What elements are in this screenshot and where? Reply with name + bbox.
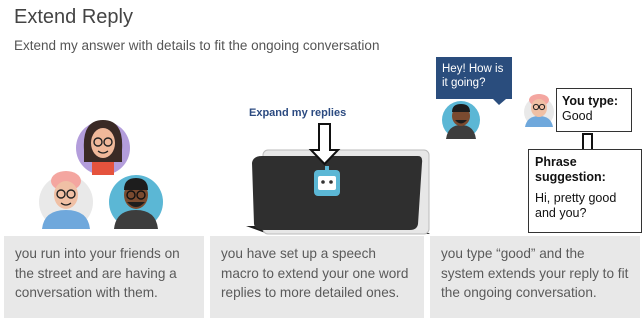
scene-caption-1: you run into your friends on the street …	[4, 236, 204, 318]
friend-avatar-icon	[109, 175, 163, 229]
friend-avatar-icon	[524, 94, 554, 127]
you-type-box: You type: Good	[556, 88, 632, 132]
friend-avatar-icon	[76, 120, 130, 175]
friend-avatar-icon	[39, 171, 93, 229]
speech-bubble: Hey! How is it going?	[436, 57, 512, 99]
speech-bubble-tail	[493, 99, 506, 105]
you-type-label: You type:	[562, 94, 619, 108]
you-type-value: Good	[562, 109, 593, 123]
phrase-suggestion-value: Hi, pretty good and you?	[535, 191, 617, 220]
phrase-suggestion-box: Phrase suggestion: Hi, pretty good and y…	[528, 149, 642, 233]
robot-assistant-icon	[314, 166, 340, 196]
phrase-suggestion-label: Phrase suggestion:	[535, 155, 606, 184]
scene-caption-2: you have set up a speech macro to extend…	[210, 236, 424, 318]
expand-replies-label: Expand my replies	[249, 107, 347, 119]
scene-caption-3: you type “good” and the system extends y…	[430, 236, 640, 318]
friend-avatar-icon	[442, 101, 480, 139]
